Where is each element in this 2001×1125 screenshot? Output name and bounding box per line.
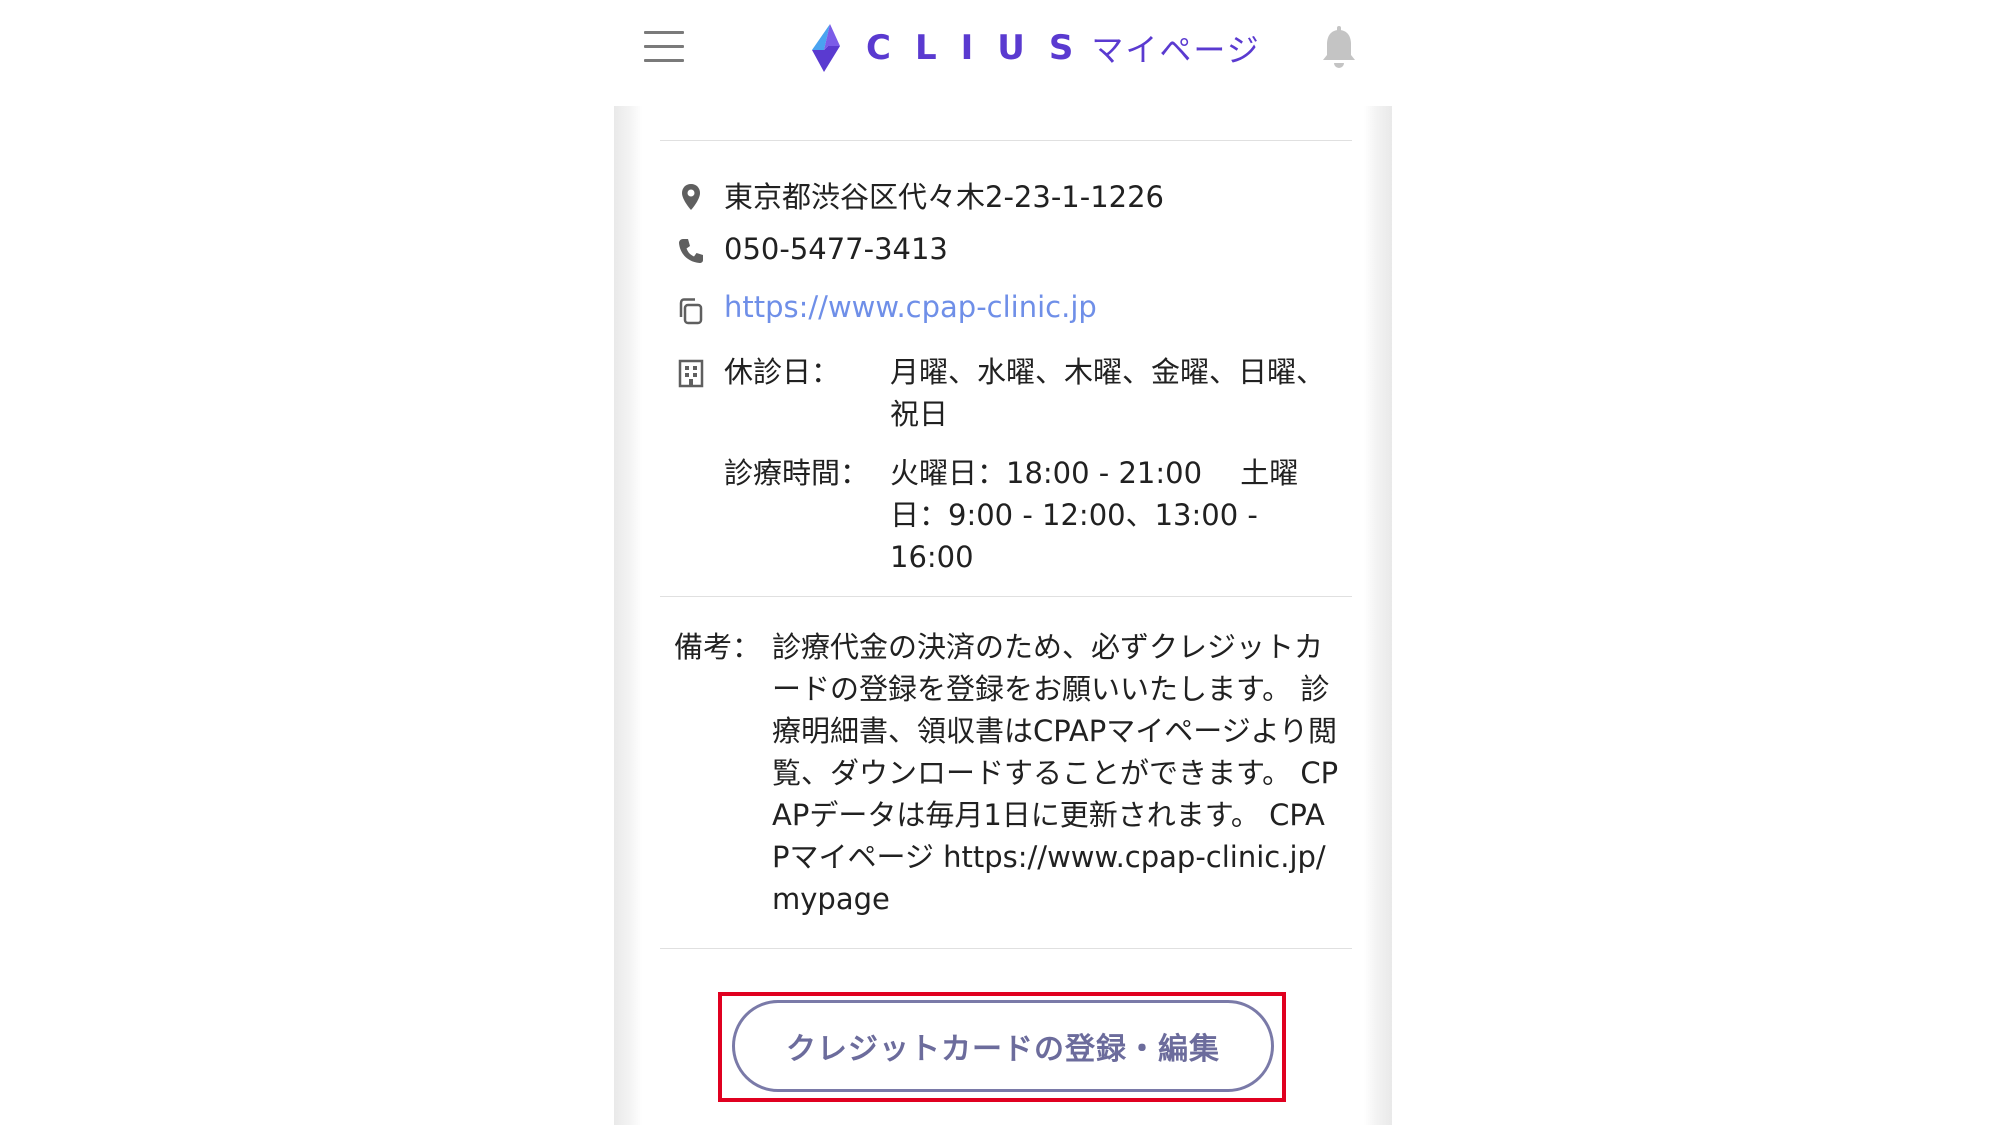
credit-card-register-button[interactable]: クレジットカードの登録・編集 [732,1000,1274,1092]
brand-subtitle: マイページ [1091,31,1261,69]
divider [660,596,1352,597]
holidays-value: 月曜、水曜、木曜、金曜、日曜、祝日 [890,355,1326,431]
notes-label: 備考： [674,630,762,664]
brand-logo[interactable]: CLIUS マイページ [806,20,1261,76]
phone-icon [679,239,703,263]
clinic-info-card: 東京都渋谷区代々木2-23-1-1226 050-5477-3413 https… [642,106,1364,1125]
clius-logo-icon [812,24,840,72]
left-shadow [614,106,642,1125]
brand-name: CLIUS [866,28,1098,68]
clinic-phone[interactable]: 050-5477-3413 [724,228,948,270]
clinic-website-link[interactable]: https://www.cpap-clinic.jp [724,286,1097,328]
hours-value: 火曜日：18:00 - 21:00 土曜日：9:00 - 12:00、13:00… [890,456,1299,574]
hamburger-menu-icon[interactable] [642,28,688,66]
app-bar: CLIUS マイページ [618,0,1387,106]
holidays-label: 休診日： [724,355,841,389]
divider [660,948,1352,949]
hours-label: 診療時間： [724,456,870,490]
clinic-address: 東京都渋谷区代々木2-23-1-1226 [724,180,1164,214]
clinic-website[interactable]: https://www.cpap-clinic.jp [724,290,1097,324]
copy-link-icon [679,298,703,325]
building-icon [678,359,704,388]
divider [660,140,1352,141]
right-shadow [1364,106,1392,1125]
screen: CLIUS マイページ 東京都渋谷区代々木2-23-1-1226 050-547… [0,0,2001,1125]
location-pin-icon [682,184,700,210]
bell-icon[interactable] [1320,26,1358,70]
notes-body: 診療代金の決済のため、必ずクレジットカードの登録を登録をお願いいたします。 診療… [772,630,1339,916]
